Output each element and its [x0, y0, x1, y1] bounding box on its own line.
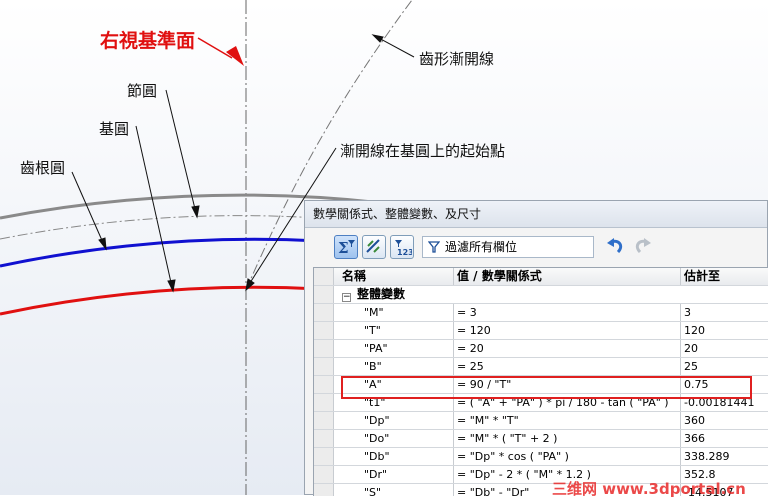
- equation-view-button[interactable]: Σ: [334, 235, 358, 259]
- variable-name-cell[interactable]: "M": [334, 304, 454, 321]
- variable-name-cell[interactable]: "Db": [334, 448, 454, 465]
- row-selector-header: [314, 268, 334, 285]
- svg-text:123: 123: [397, 248, 412, 257]
- label-root-circle: 齒根圓: [20, 159, 66, 177]
- dialog-title[interactable]: 數學關係式、整體變數、及尺寸: [305, 201, 767, 228]
- expression-cell[interactable]: = "M" * ( "T" + 2 ): [454, 430, 681, 447]
- undo-arrow-icon: [607, 238, 623, 254]
- label-pitch-circle: 節圓: [127, 82, 158, 100]
- row-selector[interactable]: [314, 376, 334, 393]
- variable-name-cell[interactable]: "Do": [334, 430, 454, 447]
- expression-cell[interactable]: = "M" * "T": [454, 412, 681, 429]
- table-row[interactable]: "B" = 25 25: [314, 358, 768, 376]
- section-global-variables[interactable]: − 整體變數: [314, 286, 768, 304]
- variable-name-cell[interactable]: "T": [334, 322, 454, 339]
- row-selector[interactable]: [314, 412, 334, 429]
- sketch-equation-view-button[interactable]: [362, 235, 386, 259]
- table-row[interactable]: "T" = 120 120: [314, 322, 768, 340]
- sigma-filter-icon: Σ: [338, 239, 355, 257]
- evaluated-value-cell: 120: [684, 324, 705, 337]
- evaluated-value-cell: 20: [684, 342, 698, 355]
- expression-cell[interactable]: = 3: [454, 304, 681, 321]
- label-base-circle: 基圓: [99, 120, 130, 138]
- dialog-toolbar: Σ 123 過濾所有欄位: [305, 228, 767, 264]
- row-selector: [314, 286, 334, 303]
- column-header-evaluates-to[interactable]: 估計至: [681, 268, 768, 285]
- section-label: − 整體變數: [334, 286, 768, 303]
- row-selector[interactable]: [314, 430, 334, 447]
- filter-funnel-icon: [428, 241, 440, 253]
- expression-cell[interactable]: = 25: [454, 358, 681, 375]
- evaluated-value-cell: 366: [684, 432, 705, 445]
- variable-name-cell[interactable]: "Dp": [334, 412, 454, 429]
- redo-arrow-icon: [635, 238, 651, 254]
- table-row[interactable]: "Db" = "Dp" * cos ( "PA" ) 338.289: [314, 448, 768, 466]
- row-selector[interactable]: [314, 484, 334, 496]
- table-row[interactable]: "PA" = 20 20: [314, 340, 768, 358]
- equations-dialog[interactable]: 數學關係式、整體變數、及尺寸 Σ 123 過濾所有欄位 名稱 值 / 數學關係式…: [304, 200, 768, 496]
- row-selector[interactable]: [314, 394, 334, 411]
- row-selector[interactable]: [314, 322, 334, 339]
- highlight-box-t1: [341, 376, 752, 399]
- label-start-point: 漸開線在基圓上的起始點: [340, 142, 506, 160]
- undo-button[interactable]: [605, 236, 627, 258]
- variable-name-cell[interactable]: "PA": [334, 340, 454, 357]
- filter-placeholder: 過濾所有欄位: [445, 240, 518, 254]
- section-title: 整體變數: [357, 287, 406, 301]
- expression-cell[interactable]: = 20: [454, 340, 681, 357]
- row-selector[interactable]: [314, 304, 334, 321]
- column-header-name[interactable]: 名稱: [334, 268, 454, 285]
- row-selector[interactable]: [314, 358, 334, 375]
- label-involute: 齒形漸開線: [419, 50, 495, 68]
- table-row[interactable]: "Do" = "M" * ( "T" + 2 ) 366: [314, 430, 768, 448]
- table-row[interactable]: "M" = 33: [314, 304, 768, 322]
- expression-cell[interactable]: = "Dp" * cos ( "PA" ): [454, 448, 681, 465]
- row-selector[interactable]: [314, 466, 334, 483]
- ordered-list-123-icon: 123: [395, 240, 412, 257]
- table-header: 名稱 值 / 數學關係式 估計至: [314, 268, 768, 286]
- row-selector[interactable]: [314, 340, 334, 357]
- variable-name-cell[interactable]: "B": [334, 358, 454, 375]
- table-row[interactable]: "Dp" = "M" * "T" 360: [314, 412, 768, 430]
- watermark: 三维网 www.3dportal.cn: [552, 480, 746, 498]
- variable-name-cell[interactable]: "S": [334, 484, 454, 496]
- evaluated-value-cell: 360: [684, 414, 705, 427]
- variable-name-cell[interactable]: "Dr": [334, 466, 454, 483]
- dimension-tool-icon: [366, 239, 380, 253]
- redo-button[interactable]: [631, 236, 653, 258]
- filter-input[interactable]: 過濾所有欄位: [422, 236, 594, 258]
- expression-cell[interactable]: = 120: [454, 322, 681, 339]
- column-header-expression[interactable]: 值 / 數學關係式: [454, 268, 681, 285]
- collapse-minus-icon[interactable]: −: [342, 293, 351, 302]
- evaluated-value-cell: 3: [684, 306, 691, 319]
- ordered-view-button[interactable]: 123: [390, 235, 414, 259]
- label-right-plane: 右視基準面: [100, 30, 196, 52]
- svg-text:Σ: Σ: [338, 239, 349, 257]
- evaluated-value-cell: 25: [684, 360, 698, 373]
- row-selector[interactable]: [314, 448, 334, 465]
- evaluated-value-cell: 338.289: [684, 450, 730, 463]
